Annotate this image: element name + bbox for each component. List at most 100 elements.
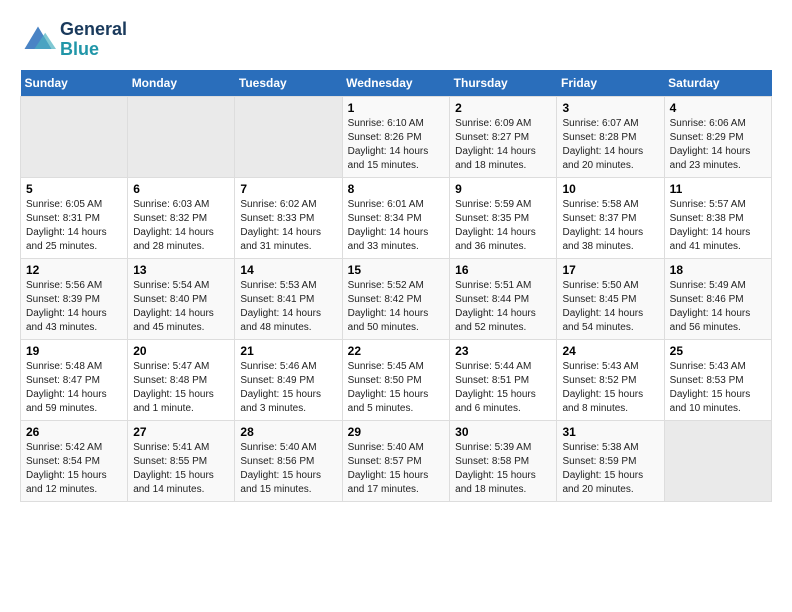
day-info: Sunrise: 5:40 AM Sunset: 8:56 PM Dayligh… (240, 441, 336, 497)
logo-text: General Blue (60, 20, 127, 60)
week-row-1: 1 Sunrise: 6:10 AM Sunset: 8:26 PM Daylig… (21, 96, 772, 177)
calendar-cell: 1 Sunrise: 6:10 AM Sunset: 8:26 PM Daylig… (342, 96, 450, 177)
day-number: 4 (670, 101, 766, 115)
day-number: 2 (455, 101, 551, 115)
calendar-header: SundayMondayTuesdayWednesdayThursdayFrid… (21, 70, 772, 97)
day-info: Sunrise: 5:51 AM Sunset: 8:44 PM Dayligh… (455, 279, 551, 335)
col-header-thursday: Thursday (450, 70, 557, 97)
calendar-cell: 12 Sunrise: 5:56 AM Sunset: 8:39 PM Dayli… (21, 258, 128, 339)
day-number: 22 (348, 344, 445, 358)
day-info: Sunrise: 5:48 AM Sunset: 8:47 PM Dayligh… (26, 360, 122, 416)
day-number: 7 (240, 182, 336, 196)
calendar-table: SundayMondayTuesdayWednesdayThursdayFrid… (20, 70, 772, 502)
calendar-cell: 17 Sunrise: 5:50 AM Sunset: 8:45 PM Dayli… (557, 258, 664, 339)
day-info: Sunrise: 5:46 AM Sunset: 8:49 PM Dayligh… (240, 360, 336, 416)
calendar-cell: 19 Sunrise: 5:48 AM Sunset: 8:47 PM Dayli… (21, 339, 128, 420)
day-number: 25 (670, 344, 766, 358)
col-header-wednesday: Wednesday (342, 70, 450, 97)
calendar-cell: 20Sunrise: 5:47 AM Sunset: 8:48 PM Dayli… (128, 339, 235, 420)
day-info: Sunrise: 5:53 AM Sunset: 8:41 PM Dayligh… (240, 279, 336, 335)
day-info: Sunrise: 6:10 AM Sunset: 8:26 PM Dayligh… (348, 117, 445, 173)
calendar-cell: 11 Sunrise: 5:57 AM Sunset: 8:38 PM Dayli… (664, 177, 771, 258)
day-number: 18 (670, 263, 766, 277)
calendar-cell: 8 Sunrise: 6:01 AM Sunset: 8:34 PM Daylig… (342, 177, 450, 258)
day-number: 12 (26, 263, 122, 277)
day-number: 15 (348, 263, 445, 277)
calendar-cell: 30Sunrise: 5:39 AM Sunset: 8:58 PM Dayli… (450, 420, 557, 501)
calendar-cell: 3 Sunrise: 6:07 AM Sunset: 8:28 PM Daylig… (557, 96, 664, 177)
week-row-2: 5 Sunrise: 6:05 AM Sunset: 8:31 PM Daylig… (21, 177, 772, 258)
day-info: Sunrise: 5:38 AM Sunset: 8:59 PM Dayligh… (562, 441, 658, 497)
calendar-cell (21, 96, 128, 177)
day-number: 5 (26, 182, 122, 196)
day-number: 9 (455, 182, 551, 196)
calendar-cell: 14 Sunrise: 5:53 AM Sunset: 8:41 PM Dayli… (235, 258, 342, 339)
day-info: Sunrise: 5:39 AM Sunset: 8:58 PM Dayligh… (455, 441, 551, 497)
day-number: 13 (133, 263, 229, 277)
calendar-cell: 6 Sunrise: 6:03 AM Sunset: 8:32 PM Daylig… (128, 177, 235, 258)
calendar-cell: 25 Sunrise: 5:43 AM Sunset: 8:53 PM Dayli… (664, 339, 771, 420)
day-info: Sunrise: 5:54 AM Sunset: 8:40 PM Dayligh… (133, 279, 229, 335)
calendar-cell (235, 96, 342, 177)
day-info: Sunrise: 6:07 AM Sunset: 8:28 PM Dayligh… (562, 117, 658, 173)
calendar-cell (664, 420, 771, 501)
col-header-friday: Friday (557, 70, 664, 97)
day-info: Sunrise: 6:02 AM Sunset: 8:33 PM Dayligh… (240, 198, 336, 254)
day-info: Sunrise: 5:42 AM Sunset: 8:54 PM Dayligh… (26, 441, 122, 497)
day-number: 1 (348, 101, 445, 115)
week-row-5: 26 Sunrise: 5:42 AM Sunset: 8:54 PM Dayli… (21, 420, 772, 501)
calendar-cell: 27 Sunrise: 5:41 AM Sunset: 8:55 PM Dayli… (128, 420, 235, 501)
day-info: Sunrise: 5:56 AM Sunset: 8:39 PM Dayligh… (26, 279, 122, 335)
day-info: Sunrise: 5:43 AM Sunset: 8:53 PM Dayligh… (670, 360, 766, 416)
day-info: Sunrise: 6:01 AM Sunset: 8:34 PM Dayligh… (348, 198, 445, 254)
day-number: 20 (133, 344, 229, 358)
calendar-cell: 7 Sunrise: 6:02 AM Sunset: 8:33 PM Daylig… (235, 177, 342, 258)
calendar-cell: 9 Sunrise: 5:59 AM Sunset: 8:35 PM Daylig… (450, 177, 557, 258)
calendar-cell: 2 Sunrise: 6:09 AM Sunset: 8:27 PM Daylig… (450, 96, 557, 177)
day-info: Sunrise: 5:57 AM Sunset: 8:38 PM Dayligh… (670, 198, 766, 254)
calendar-cell: 26 Sunrise: 5:42 AM Sunset: 8:54 PM Dayli… (21, 420, 128, 501)
day-info: Sunrise: 6:03 AM Sunset: 8:32 PM Dayligh… (133, 198, 229, 254)
day-number: 10 (562, 182, 658, 196)
logo: General Blue (20, 20, 127, 60)
calendar-cell: 24 Sunrise: 5:43 AM Sunset: 8:52 PM Dayli… (557, 339, 664, 420)
calendar-cell: 22Sunrise: 5:45 AM Sunset: 8:50 PM Dayli… (342, 339, 450, 420)
day-number: 27 (133, 425, 229, 439)
calendar-cell (128, 96, 235, 177)
day-info: Sunrise: 6:05 AM Sunset: 8:31 PM Dayligh… (26, 198, 122, 254)
col-header-tuesday: Tuesday (235, 70, 342, 97)
week-row-4: 19 Sunrise: 5:48 AM Sunset: 8:47 PM Dayli… (21, 339, 772, 420)
day-number: 19 (26, 344, 122, 358)
day-info: Sunrise: 5:59 AM Sunset: 8:35 PM Dayligh… (455, 198, 551, 254)
day-info: Sunrise: 6:09 AM Sunset: 8:27 PM Dayligh… (455, 117, 551, 173)
calendar-cell: 23Sunrise: 5:44 AM Sunset: 8:51 PM Dayli… (450, 339, 557, 420)
day-number: 11 (670, 182, 766, 196)
day-number: 14 (240, 263, 336, 277)
calendar-cell: 31Sunrise: 5:38 AM Sunset: 8:59 PM Dayli… (557, 420, 664, 501)
col-header-sunday: Sunday (21, 70, 128, 97)
day-info: Sunrise: 5:58 AM Sunset: 8:37 PM Dayligh… (562, 198, 658, 254)
page-header: General Blue (20, 20, 772, 60)
day-number: 3 (562, 101, 658, 115)
week-row-3: 12 Sunrise: 5:56 AM Sunset: 8:39 PM Dayli… (21, 258, 772, 339)
calendar-cell: 5 Sunrise: 6:05 AM Sunset: 8:31 PM Daylig… (21, 177, 128, 258)
day-info: Sunrise: 5:43 AM Sunset: 8:52 PM Dayligh… (562, 360, 658, 416)
day-number: 17 (562, 263, 658, 277)
logo-icon (20, 22, 56, 58)
day-info: Sunrise: 5:40 AM Sunset: 8:57 PM Dayligh… (348, 441, 445, 497)
day-info: Sunrise: 6:06 AM Sunset: 8:29 PM Dayligh… (670, 117, 766, 173)
day-number: 8 (348, 182, 445, 196)
day-number: 26 (26, 425, 122, 439)
day-info: Sunrise: 5:50 AM Sunset: 8:45 PM Dayligh… (562, 279, 658, 335)
calendar-cell: 10 Sunrise: 5:58 AM Sunset: 8:37 PM Dayli… (557, 177, 664, 258)
day-number: 16 (455, 263, 551, 277)
col-header-monday: Monday (128, 70, 235, 97)
day-info: Sunrise: 5:52 AM Sunset: 8:42 PM Dayligh… (348, 279, 445, 335)
calendar-cell: 18Sunrise: 5:49 AM Sunset: 8:46 PM Dayli… (664, 258, 771, 339)
day-info: Sunrise: 5:41 AM Sunset: 8:55 PM Dayligh… (133, 441, 229, 497)
calendar-cell: 29Sunrise: 5:40 AM Sunset: 8:57 PM Dayli… (342, 420, 450, 501)
calendar-cell: 21 Sunrise: 5:46 AM Sunset: 8:49 PM Dayli… (235, 339, 342, 420)
day-number: 21 (240, 344, 336, 358)
day-number: 24 (562, 344, 658, 358)
day-number: 6 (133, 182, 229, 196)
